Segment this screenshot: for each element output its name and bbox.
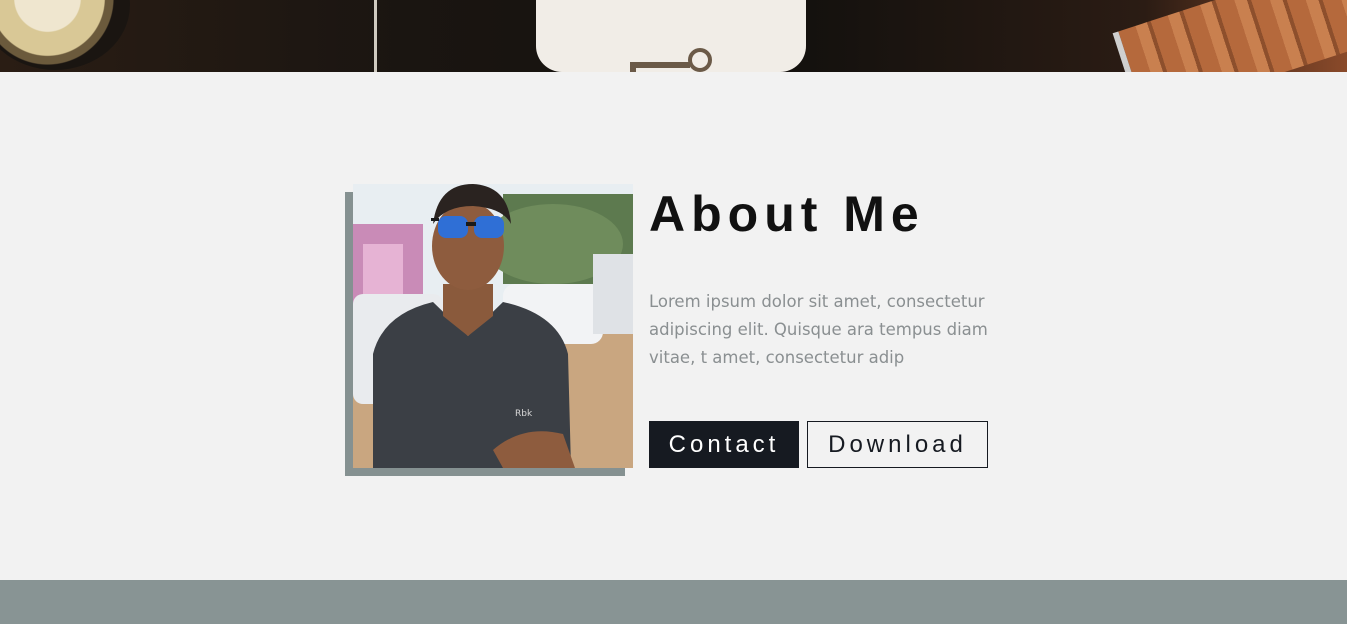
profile-photo: Rbk bbox=[353, 184, 633, 468]
hero-decor-fan bbox=[0, 0, 130, 70]
contact-button[interactable]: Contact bbox=[649, 421, 799, 468]
hero-banner-image bbox=[0, 0, 1347, 72]
footer-strip bbox=[0, 580, 1347, 624]
hero-decor-key-icon bbox=[630, 48, 712, 72]
hero-decor-case bbox=[1112, 0, 1347, 72]
hero-decor-cable bbox=[374, 0, 377, 72]
download-button[interactable]: Download bbox=[807, 421, 988, 468]
about-section: Rbk About Me Lorem ipsum dolor sit amet,… bbox=[0, 72, 1347, 580]
about-description: Lorem ipsum dolor sit amet, consectetur … bbox=[649, 292, 988, 367]
svg-text:Rbk: Rbk bbox=[515, 409, 533, 419]
about-title: About Me bbox=[649, 186, 925, 242]
